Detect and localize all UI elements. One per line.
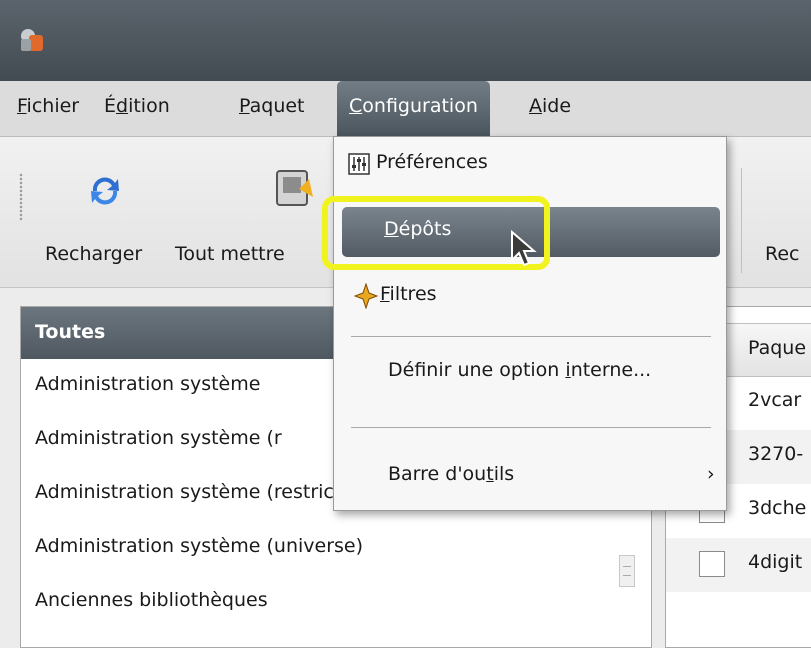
- menu-paquet[interactable]: Paquet: [239, 81, 305, 136]
- menu-aide[interactable]: Aide: [529, 81, 571, 136]
- package-name: 4digit: [748, 551, 803, 573]
- category-row[interactable]: Administration système: [35, 373, 260, 395]
- package-checkbox[interactable]: [699, 551, 725, 577]
- app-logo-icon: [21, 29, 43, 51]
- category-row[interactable]: Administration système (restricted): [35, 481, 372, 503]
- menu-fichier[interactable]: Fichier: [17, 81, 79, 136]
- menu-item-preferences[interactable]: Préférences: [334, 149, 726, 197]
- filter-icon: [354, 283, 378, 309]
- toolbar-separator: [741, 168, 742, 273]
- package-row[interactable]: 4digit: [666, 538, 811, 592]
- menu-item-definir-option[interactable]: Définir une option interne...: [334, 359, 726, 405]
- category-row[interactable]: Anciennes bibliothèques: [35, 589, 268, 611]
- category-row[interactable]: Administration système (universe): [35, 535, 363, 557]
- toolbar-right-label[interactable]: Rec: [765, 243, 799, 265]
- upgrade-all-icon: [276, 170, 313, 206]
- package-name: 3270-: [748, 443, 804, 465]
- preferences-icon: [348, 153, 370, 175]
- configuration-menu: Préférences Dépôts Filtres Définir une o…: [333, 136, 727, 511]
- menu-item-barre-outils[interactable]: Barre d'outils ›: [334, 457, 726, 503]
- reload-icon: [91, 177, 119, 205]
- menu-edition[interactable]: Édition: [104, 81, 170, 136]
- menu-separator: [351, 336, 711, 337]
- reload-label: Recharger: [45, 243, 143, 265]
- mouse-cursor-icon: [511, 230, 537, 267]
- upgrade-all-label: Tout mettre: [175, 243, 285, 265]
- menu-configuration[interactable]: Configuration: [337, 81, 490, 136]
- submenu-arrow-icon: ›: [707, 463, 715, 485]
- package-name: 2vcar: [748, 389, 802, 411]
- window-titlebar: [0, 0, 811, 81]
- package-name: 3dche: [748, 497, 807, 519]
- menu-bar: Fichier Édition Paquet Configuration Aid…: [0, 81, 811, 137]
- toolbar-grip[interactable]: [19, 173, 23, 221]
- pane-splitter-handle[interactable]: [619, 555, 635, 587]
- upgrade-all-button[interactable]: [260, 137, 330, 237]
- category-row[interactable]: Administration système (r: [35, 427, 282, 449]
- menu-separator: [351, 427, 711, 428]
- menu-item-filtres[interactable]: Filtres: [334, 277, 726, 323]
